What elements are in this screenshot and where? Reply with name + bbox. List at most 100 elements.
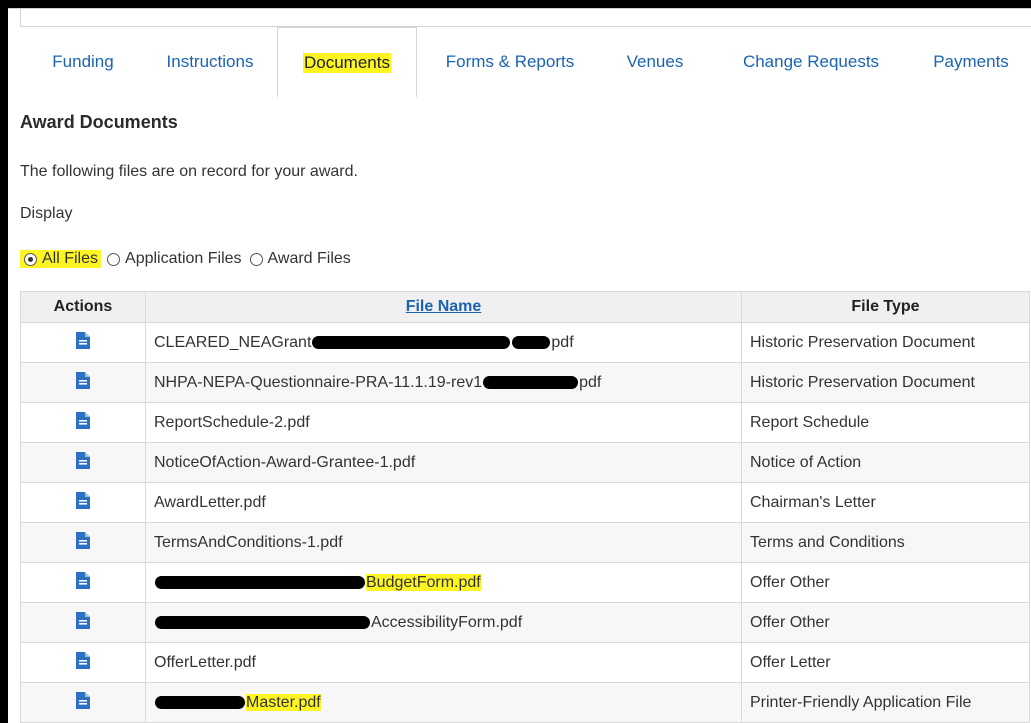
- tab-venues[interactable]: Venues: [605, 27, 705, 97]
- section-title: Award Documents: [20, 112, 178, 132]
- radio-icon[interactable]: [249, 252, 263, 266]
- file-name-text: NoticeOfAction-Award-Grantee-1.pdf: [154, 453, 416, 471]
- section-description: The following files are on record for yo…: [20, 163, 358, 180]
- page-frame: Funding Instructions Documents Forms & R…: [8, 8, 1031, 723]
- table-row: NHPA-NEPA-Questionnaire-PRA-11.1.19-rev1…: [20, 362, 1030, 403]
- table-row: ReportSchedule-2.pdf Report Schedule: [20, 402, 1030, 443]
- file-name-cell: AwardLetter.pdf: [145, 482, 742, 523]
- column-header-actions: Actions: [20, 291, 146, 323]
- actions-cell: [20, 642, 146, 683]
- file-type-cell: Printer-Friendly Application File: [741, 682, 1030, 723]
- actions-cell: [20, 682, 146, 723]
- table-row: AccessibilityForm.pdf Offer Other: [20, 602, 1030, 643]
- file-name-cell: CLEARED_NEAGrant pdf: [145, 322, 742, 363]
- filter-label: Application Files: [125, 250, 242, 267]
- file-name-text: OfferLetter.pdf: [154, 653, 256, 671]
- file-type-cell: Chairman's Letter: [741, 482, 1030, 523]
- tab-label: Change Requests: [742, 52, 880, 71]
- filter-award-files[interactable]: Award Files: [249, 250, 351, 268]
- table-row: CLEARED_NEAGrant pdf Historic Preservation…: [20, 322, 1030, 363]
- tab-label: Funding: [52, 52, 114, 71]
- document-icon[interactable]: [76, 411, 90, 434]
- file-filter-group: All Files Application Files Award Files: [20, 247, 359, 271]
- table-row: OfferLetter.pdf Offer Letter: [20, 642, 1030, 683]
- redaction-mark: [155, 615, 370, 629]
- file-type-cell: Report Schedule: [741, 402, 1030, 443]
- file-name-text: BudgetForm.pdf: [366, 573, 481, 591]
- tab-instructions[interactable]: Instructions: [140, 27, 280, 97]
- redaction-mark: [483, 375, 579, 389]
- file-name-cell: Master.pdf: [145, 682, 742, 723]
- file-type-cell: Offer Other: [741, 562, 1030, 603]
- file-name-text: pdf: [551, 333, 574, 351]
- tab-label: Instructions: [166, 52, 254, 71]
- file-type-cell: Terms and Conditions: [741, 522, 1030, 563]
- table-header-row: Actions File Name File Type: [20, 291, 1030, 323]
- file-name-text: CLEARED_NEAGrant: [154, 333, 312, 351]
- file-type-cell: Historic Preservation Document: [741, 362, 1030, 403]
- top-bar: [20, 9, 1031, 27]
- table-row: Master.pdf Printer-Friendly Application F…: [20, 682, 1030, 723]
- filter-application-files[interactable]: Application Files: [107, 250, 242, 268]
- documents-table: Actions File Name File Type CLEARED_NEAG…: [20, 291, 1030, 723]
- file-name-cell: ReportSchedule-2.pdf: [145, 402, 742, 443]
- actions-cell: [20, 402, 146, 443]
- column-header-file-type: File Type: [741, 291, 1030, 323]
- file-name-text: NHPA-NEPA-Questionnaire-PRA-11.1.19-rev1: [154, 373, 483, 391]
- redaction-mark: [512, 335, 551, 349]
- document-icon[interactable]: [76, 451, 90, 474]
- file-name-text: TermsAndConditions-1.pdf: [154, 533, 343, 551]
- actions-cell: [20, 562, 146, 603]
- file-type-cell: Offer Other: [741, 602, 1030, 643]
- file-name-cell: NoticeOfAction-Award-Grantee-1.pdf: [145, 442, 742, 483]
- document-icon[interactable]: [76, 331, 90, 354]
- tab-documents[interactable]: Documents: [277, 27, 417, 97]
- radio-selected-icon[interactable]: [24, 252, 37, 266]
- file-name-text: pdf: [579, 373, 602, 391]
- actions-cell: [20, 602, 146, 643]
- tab-label: Documents: [303, 52, 391, 73]
- tab-label: Forms & Reports: [445, 52, 575, 71]
- document-icon[interactable]: [76, 651, 90, 674]
- redaction-mark: [155, 575, 365, 589]
- table-row: NoticeOfAction-Award-Grantee-1.pdf Notice…: [20, 442, 1030, 483]
- document-icon[interactable]: [76, 531, 90, 554]
- table-row: AwardLetter.pdf Chairman's Letter: [20, 482, 1030, 523]
- redaction-mark: [155, 695, 245, 709]
- file-name-cell: TermsAndConditions-1.pdf: [145, 522, 742, 563]
- file-name-cell: OfferLetter.pdf: [145, 642, 742, 683]
- filter-label: All Files: [42, 250, 99, 267]
- radio-icon[interactable]: [107, 252, 121, 266]
- file-name-text: Master.pdf: [246, 693, 321, 711]
- tab-funding[interactable]: Funding: [28, 27, 138, 97]
- document-icon[interactable]: [76, 491, 90, 514]
- file-name-cell: NHPA-NEPA-Questionnaire-PRA-11.1.19-rev1…: [145, 362, 742, 403]
- tab-bar: Funding Instructions Documents Forms & R…: [8, 27, 1031, 97]
- actions-cell: [20, 522, 146, 563]
- tab-change-requests[interactable]: Change Requests: [711, 27, 911, 97]
- document-icon[interactable]: [76, 691, 90, 714]
- tab-forms-reports[interactable]: Forms & Reports: [420, 27, 600, 97]
- document-icon[interactable]: [76, 611, 90, 634]
- file-name-cell: BudgetForm.pdf: [145, 562, 742, 603]
- filter-label: Award Files: [267, 250, 351, 267]
- document-icon[interactable]: [76, 571, 90, 594]
- actions-cell: [20, 362, 146, 403]
- table-row: BudgetForm.pdf Offer Other: [20, 562, 1030, 603]
- tab-label: Payments: [933, 52, 1009, 71]
- file-name-text: AwardLetter.pdf: [154, 493, 266, 511]
- file-name-text: AccessibilityForm.pdf: [371, 613, 523, 631]
- actions-cell: [20, 442, 146, 483]
- tab-payments[interactable]: Payments: [911, 27, 1031, 97]
- document-icon[interactable]: [76, 371, 90, 394]
- actions-cell: [20, 482, 146, 523]
- column-header-file-name[interactable]: File Name: [145, 291, 742, 323]
- redaction-mark: [312, 335, 511, 349]
- file-name-text: ReportSchedule-2.pdf: [154, 413, 310, 431]
- actions-cell: [20, 322, 146, 363]
- file-type-cell: Historic Preservation Document: [741, 322, 1030, 363]
- filter-all-files[interactable]: All Files: [20, 250, 102, 268]
- display-label: Display: [20, 205, 73, 222]
- file-name-cell: AccessibilityForm.pdf: [145, 602, 742, 643]
- tab-label: Venues: [626, 52, 684, 71]
